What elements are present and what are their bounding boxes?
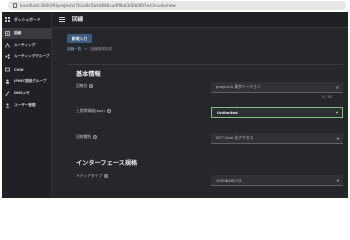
media-type-select[interactable]: 1000BASE-TX ▾ [211, 175, 343, 186]
bandwidth-label: 上限帯域幅(bps) ? [76, 108, 111, 114]
chevron-down-icon[interactable]: ▾ [337, 133, 339, 143]
breadcrumb-separator: > [84, 47, 88, 51]
circuit-name-counter: 0 / 40 [322, 95, 332, 99]
sidebar-item-cgw[interactable]: CGW [2, 64, 52, 75]
app-root: ダッシュボード 回線 ルーティング ルーティンググループ CGW JPNIC登録… [2, 12, 348, 198]
clear-icon[interactable]: ✕ [335, 82, 339, 92]
bandwidth-label-text: 上限帯域幅(bps) [76, 108, 105, 113]
gateway-icon [5, 67, 10, 72]
circuit-name-label: 回線名 ? [76, 83, 94, 89]
circuit-type-value: NTT Com 光アクセス [216, 135, 254, 140]
circuit-name-label-text: 回線名 [76, 83, 88, 88]
top-app-bar: 回線 [52, 12, 348, 28]
main-content: 回線 新規入力 回線一覧 > 回線新規作成 基本情報 回線名 ? project… [52, 12, 348, 198]
section-title-interface: インターフェース規格 [76, 160, 138, 167]
circuit-type-label-text: 回線種別 [76, 134, 92, 139]
bandwidth-select[interactable]: Unlimited ▾ [211, 107, 343, 118]
media-type-value: 1000BASE-TX [216, 177, 242, 183]
routing-group-icon [5, 54, 10, 59]
circuit-name-field[interactable]: project-A 東京リージョン ✕ [211, 82, 343, 93]
sidebar-item-circuits[interactable]: 回線 [2, 28, 52, 39]
sidebar-item-routing-group[interactable]: ルーティンググループ [2, 51, 52, 62]
sidebar-item-dashboard[interactable]: ダッシュボード [2, 14, 52, 25]
sidebar-item-users[interactable]: ユーザー管理 [2, 100, 52, 111]
sidebar-item-label: JPNIC登録グループ [14, 79, 47, 83]
browser-window: localhost:3000/#/projects/7b1a9c5b4d684c… [0, 0, 350, 200]
dashboard-icon [5, 17, 10, 22]
sidebar-item-label: ルーティンググループ [14, 54, 50, 58]
sidebar-item-label: ユーザー管理 [14, 103, 36, 107]
address-bar[interactable]: localhost:3000/#/projects/7b1a9c5b4d684c… [8, 1, 346, 10]
dns-icon [5, 91, 10, 96]
page-title: 回線 [72, 17, 84, 23]
help-icon[interactable]: ? [106, 109, 111, 113]
chevron-down-icon[interactable]: ▾ [336, 108, 338, 117]
breadcrumb-current: 回線新規作成 [90, 46, 112, 51]
sidebar-item-label: ルーティング [14, 43, 36, 47]
chevron-down-icon[interactable]: ▾ [337, 175, 339, 185]
section-title-basic: 基本情報 [76, 71, 101, 78]
sidebar: ダッシュボード 回線 ルーティング ルーティンググループ CGW JPNIC登録… [2, 12, 52, 198]
new-entry-button[interactable]: 新規入力 [67, 34, 92, 43]
breadcrumb: 回線一覧 > 回線新規作成 [67, 46, 112, 52]
registry-icon [5, 79, 10, 84]
circuit-name-value: project-A 東京リージョン [216, 84, 261, 89]
sidebar-item-label: ダッシュボード [14, 16, 41, 22]
circuit-icon [5, 31, 10, 36]
sidebar-item-label: DNSメモ [14, 91, 30, 95]
lock-icon [13, 3, 17, 8]
sidebar-item-routing[interactable]: ルーティング [2, 40, 52, 51]
routing-icon [5, 43, 10, 48]
sidebar-item-label: 回線 [14, 31, 22, 35]
sidebar-item-label: CGW [14, 67, 24, 72]
media-type-label-text: メディアタイプ [76, 173, 103, 178]
breadcrumb-link-circuit-list[interactable]: 回線一覧 [67, 47, 81, 52]
divider [67, 64, 343, 65]
bandwidth-value: Unlimited [217, 110, 238, 115]
url-text[interactable]: localhost:3000/#/projects/7b1a9c5b4d684c… [20, 2, 176, 9]
sidebar-item-jpnic[interactable]: JPNIC登録グループ [2, 76, 52, 87]
help-icon[interactable]: ? [104, 174, 109, 178]
menu-icon[interactable] [59, 17, 65, 22]
help-icon[interactable]: ? [89, 84, 94, 88]
sidebar-item-dns[interactable]: DNSメモ [2, 88, 52, 99]
media-type-label: メディアタイプ ? [76, 173, 109, 179]
user-icon [5, 103, 10, 108]
circuit-type-select[interactable]: NTT Com 光アクセス ▾ [211, 133, 343, 144]
help-icon[interactable]: ? [93, 135, 98, 139]
circuit-type-label: 回線種別 ? [76, 134, 98, 140]
